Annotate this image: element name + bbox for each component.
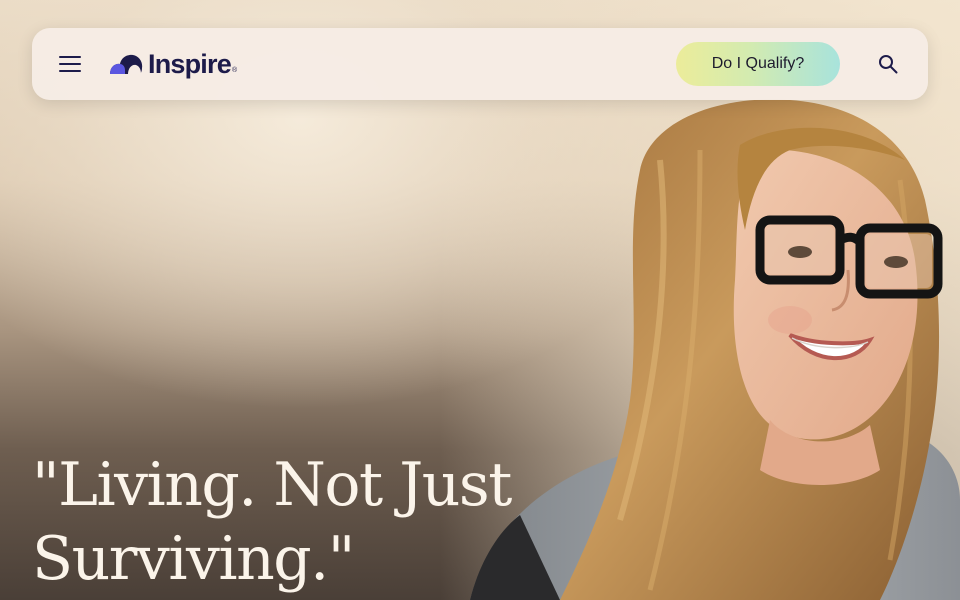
cloud-logo-icon bbox=[110, 54, 143, 74]
hamburger-menu-icon bbox=[59, 56, 81, 72]
top-navigation-bar: Inspire ® Do I Qualify? bbox=[32, 28, 928, 100]
brand-logo-text: Inspire bbox=[148, 48, 232, 79]
hero-headline-line-1: "Living. Not Just bbox=[32, 450, 512, 520]
search-icon bbox=[879, 55, 898, 74]
hero-headline: "Living. Not Just Surviving." bbox=[32, 448, 592, 596]
menu-button[interactable] bbox=[56, 52, 84, 76]
brand-logo[interactable]: Inspire ® bbox=[108, 46, 237, 82]
registered-mark: ® bbox=[231, 67, 238, 74]
search-button[interactable] bbox=[874, 50, 902, 78]
hero-headline-line-2: Surviving." bbox=[32, 524, 355, 594]
do-i-qualify-button[interactable]: Do I Qualify? bbox=[676, 42, 840, 86]
